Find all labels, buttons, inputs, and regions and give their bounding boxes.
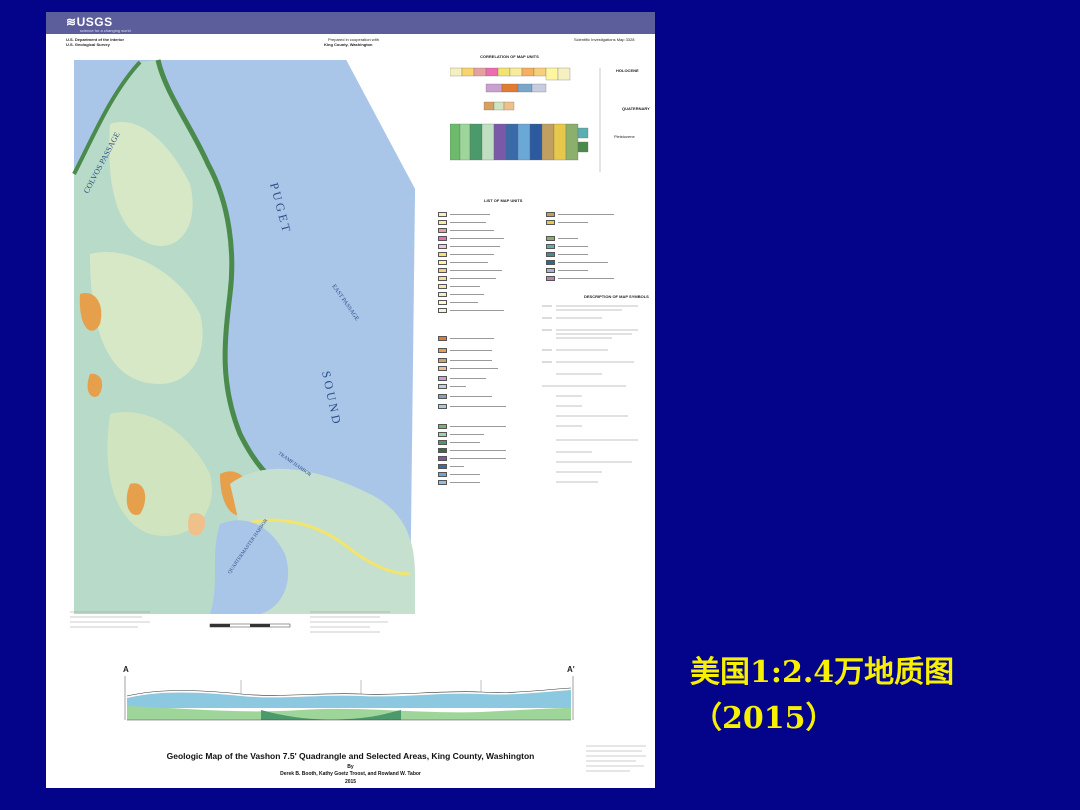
corr-box-17 <box>503 101 515 111</box>
cross-section: A A' <box>121 660 581 736</box>
map-title: Geologic Map of the Vashon 7.5' Quadrang… <box>166 751 535 761</box>
corr-box-14 <box>531 83 547 93</box>
corr-box-23 <box>505 123 519 161</box>
corr-box-9 <box>545 67 559 81</box>
usgs-logo: ≋USGS <box>66 15 113 29</box>
quaternary-label: QUATERNARY <box>622 106 650 111</box>
holocene-label: HOLOCENE <box>616 68 639 73</box>
corr-box-1 <box>450 67 463 77</box>
usgs-tagline: science for a changing world <box>80 28 131 33</box>
usgs-logo-mark: ≋ <box>66 15 77 29</box>
corr-box-12 <box>501 83 519 93</box>
corr-box-21 <box>481 123 495 161</box>
corr-box-24 <box>517 123 531 161</box>
corr-box-20 <box>469 123 483 161</box>
usgs-header-band: ≋USGS science for a changing world <box>46 12 655 34</box>
corr-box-10 <box>557 67 571 81</box>
correlation-title: CORRELATION OF MAP UNITS <box>480 54 539 59</box>
map-authors: Derek B. Booth, Kathy Goetz Troost, and … <box>280 771 421 777</box>
map-sheet: ≋USGS science for a changing world U.S. … <box>46 12 655 788</box>
correlation-chart <box>450 67 601 172</box>
corr-box-11 <box>485 83 503 93</box>
corr-box-30 <box>577 141 589 153</box>
caption-line-1: 美国1:2.4万地质图 <box>690 655 955 690</box>
legend-panel: CORRELATION OF MAP UNITS HOLOCENE QUATER… <box>424 52 650 608</box>
map-symbols-list <box>542 305 638 483</box>
section-right-label: A' <box>567 665 575 674</box>
corr-box-2 <box>461 67 475 77</box>
corr-box-19 <box>459 123 471 161</box>
corr-box-13 <box>517 83 533 93</box>
corr-box-22 <box>493 123 507 161</box>
corr-box-15 <box>483 101 495 111</box>
corr-box-5 <box>497 67 511 77</box>
corr-box-29 <box>577 127 589 139</box>
map-symbols-title: DESCRIPTION OF MAP SYMBOLS <box>584 294 649 299</box>
cooperator-label: King County, Washington <box>324 42 373 47</box>
scale-bar-fill <box>210 624 230 627</box>
corr-box-26 <box>541 123 555 161</box>
footer-notes <box>586 745 646 772</box>
corr-box-4 <box>485 67 499 77</box>
section-left-label: A <box>123 665 129 674</box>
map-credits-scale <box>70 611 390 633</box>
corr-box-18 <box>450 123 461 161</box>
corr-box-8 <box>533 67 547 77</box>
section-upper-unit <box>127 690 571 708</box>
usgs-logo-text: USGS <box>76 15 113 29</box>
corr-box-27 <box>553 123 567 161</box>
map-neatline-corner <box>342 52 422 202</box>
corr-box-16 <box>493 101 505 111</box>
scale-bar-fill-2 <box>250 624 270 627</box>
survey-label: U.S. Geological Survey <box>66 42 110 47</box>
corr-box-7 <box>521 67 535 77</box>
corr-box-25 <box>529 123 543 161</box>
corr-box-6 <box>509 67 523 77</box>
cross-section-svg: A A' <box>123 665 575 721</box>
section-middle-unit <box>127 706 571 720</box>
pleistocene-label: Pleistocene <box>614 134 635 139</box>
map-year: 2015 <box>344 779 357 785</box>
corr-box-3 <box>473 67 487 77</box>
list-of-map-units-title: LIST OF MAP UNITS <box>484 198 523 203</box>
series-label: Scientific Investigations Map 3328 <box>574 37 635 42</box>
map-by: By <box>347 764 354 770</box>
slide-caption: 美国1:2.4万地质图 （2015） <box>690 650 954 742</box>
caption-line-2: （2015） <box>692 701 836 736</box>
corr-box-28 <box>565 123 579 161</box>
